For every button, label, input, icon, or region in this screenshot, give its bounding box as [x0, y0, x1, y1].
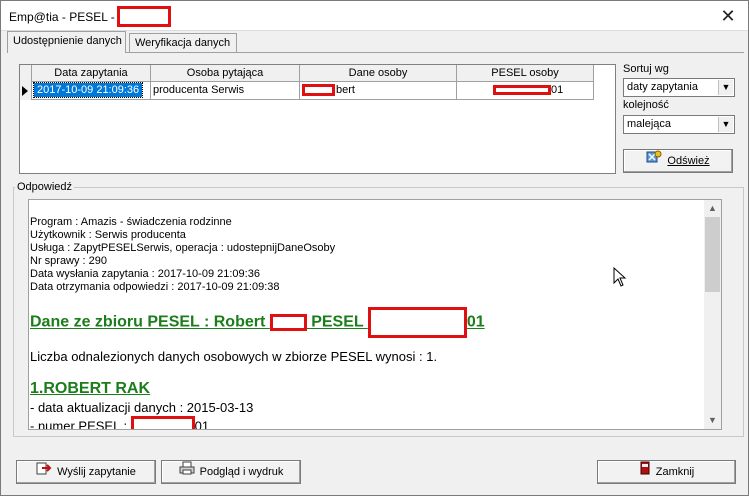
sort-select[interactable]: daty zapytania ▼	[623, 78, 735, 97]
current-row-arrow-icon	[22, 86, 28, 96]
meta-case-number: Nr sprawy : 290	[30, 255, 108, 267]
redaction-box	[117, 6, 171, 27]
chevron-down-icon[interactable]: ▼	[718, 80, 733, 95]
redaction-box	[367, 307, 467, 338]
meta-service: Usługa : ZapytPESELSerwis, operacja : ud…	[30, 242, 336, 254]
order-label: kolejność	[623, 99, 669, 111]
tab-udostepnienie[interactable]: Udostępnienie danych	[7, 31, 126, 53]
redaction-box	[302, 84, 335, 97]
detail-pesel: - numer PESEL : 01	[30, 416, 706, 430]
column-header-dane-osoby[interactable]: Dane osoby	[300, 65, 457, 82]
pesel-window: Emp@tia - PESEL - R ✕ Udostępnienie dany…	[0, 0, 749, 496]
vertical-scrollbar[interactable]: ▲ ▼	[704, 200, 721, 429]
column-header-pesel-osoby[interactable]: PESEL osoby	[457, 65, 594, 82]
redaction-box	[493, 85, 551, 96]
detail-pesel-prefix: - numer PESEL :	[30, 418, 131, 430]
heading-text-2: PESEL	[306, 313, 368, 331]
response-view[interactable]: Program : Amazis - świadczenia rodzinne …	[28, 199, 722, 430]
sort-select-value: daty zapytania	[627, 81, 698, 93]
requests-grid[interactable]: Data zapytania Osoba pytająca Dane osoby…	[19, 64, 616, 174]
preview-print-button[interactable]: Podgląd i wydruk	[161, 460, 301, 484]
sort-label: Sortuj wg	[623, 63, 669, 75]
redaction-box	[269, 314, 307, 331]
grid-header: Data zapytania Osoba pytająca Dane osoby…	[20, 65, 595, 82]
tab-weryfikacja[interactable]: Weryfikacja danych	[129, 33, 237, 53]
redaction-box	[130, 416, 195, 429]
send-icon	[36, 461, 52, 483]
printer-icon	[179, 461, 195, 483]
close-icon[interactable]: ✕	[716, 5, 740, 27]
heading-text-1: Dane ze zbioru PESEL : Robert	[30, 313, 270, 331]
exit-door-icon	[639, 461, 651, 483]
meta-user: Użytkownik : Serwis producenta	[30, 229, 186, 241]
person-heading: 1.ROBERT RAK	[30, 380, 151, 397]
order-select-value: malejąca	[627, 118, 672, 130]
meta-sent-date: Data wysłania zapytania : 2017-10-09 21:…	[30, 268, 260, 280]
detail-update-date: - data aktualizacji danych : 2015-03-13	[30, 400, 254, 415]
column-header-osoba-pytajaca[interactable]: Osoba pytająca	[151, 65, 300, 82]
refresh-button[interactable]: Odśwież	[623, 149, 733, 173]
send-query-label: Wyślij zapytanie	[57, 466, 136, 478]
detail-pesel-suffix: 01	[194, 418, 210, 430]
title-bar: Emp@tia - PESEL - R ✕	[1, 1, 748, 31]
cell-pesel-osoby[interactable]: 01	[457, 82, 594, 100]
heading-text-3: 01	[466, 313, 485, 331]
scroll-up-icon[interactable]: ▲	[704, 200, 721, 217]
count-line: Liczba odnalezionych danych osobowych w …	[30, 349, 438, 364]
meta-program: Program : Amazis - świadczenia rodzinne	[30, 216, 232, 228]
cell-osoba-pytajaca[interactable]: producenta Serwis	[151, 82, 300, 100]
dane-osoby-text: bert	[336, 84, 355, 96]
close-button[interactable]: Zamknij	[597, 460, 736, 484]
preview-print-label: Podgląd i wydruk	[199, 466, 284, 478]
scroll-down-icon[interactable]: ▼	[704, 412, 721, 429]
cell-data-zapytania[interactable]: 2017-10-09 21:09:36	[32, 82, 151, 100]
pesel-data-heading: Dane ze zbioru PESEL : Robert PESEL 01	[30, 307, 706, 338]
close-button-label: Zamknij	[655, 466, 695, 478]
response-content: Program : Amazis - świadczenia rodzinne …	[30, 216, 706, 430]
column-header-data-zapytania[interactable]: Data zapytania	[32, 65, 151, 82]
order-select[interactable]: malejąca ▼	[623, 115, 735, 134]
mouse-pointer-icon	[613, 267, 627, 287]
refresh-icon	[646, 150, 662, 172]
send-query-button[interactable]: Wyślij zapytanie	[16, 460, 156, 484]
response-group-title: Odpowiedź	[15, 181, 75, 193]
cell-dane-osoby[interactable]: bert	[300, 82, 457, 100]
chevron-down-icon[interactable]: ▼	[718, 117, 733, 132]
refresh-button-label: Odśwież	[667, 155, 710, 167]
pesel-osoby-text: 01	[551, 84, 564, 96]
meta-received-date: Data otrzymania odpowiedzi : 2017-10-09 …	[30, 281, 280, 293]
scroll-thumb[interactable]	[705, 217, 720, 292]
selected-cell-text: 2017-10-09 21:09:36	[32, 82, 144, 98]
window-title: Emp@tia - PESEL - R	[9, 10, 127, 24]
